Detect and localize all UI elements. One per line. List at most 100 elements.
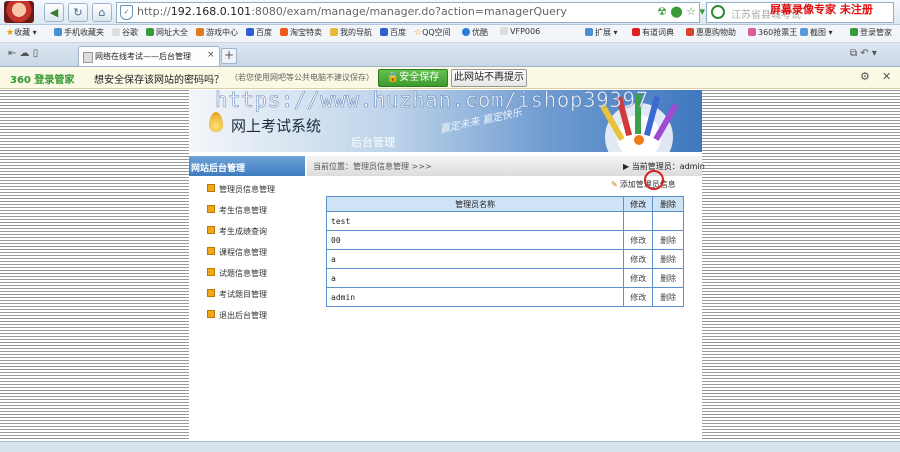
back-button[interactable]: ◀ [44,3,64,22]
edit-link[interactable] [623,211,654,231]
folder-icon [330,28,338,36]
favorite-item[interactable]: 惠惠购物助 [686,27,736,38]
favorite-item[interactable]: 手机收藏夹 [54,27,104,38]
never-prompt-button[interactable]: 此网站不再提示 [451,69,527,87]
delete-link[interactable]: 删除 [652,230,684,250]
dictionary-icon [632,28,640,36]
delete-link[interactable] [652,211,684,231]
url-host: 192.168.0.101 [170,5,252,18]
cursor-highlight [644,170,664,190]
address-status-icons[interactable]: ☢ ⬤ ☆ ▾ [657,5,705,18]
address-bar[interactable]: ✓ http://192.168.0.101:8080/exam/manage/… [116,2,705,23]
user-avatar[interactable] [4,1,34,23]
column-header: 删除 [652,196,684,212]
admin-table: 管理员名称 修改 删除 test 00 修改 删除 a 修改 删除 a 修改 删… [325,196,684,307]
table-row: a 修改 删除 [325,268,684,288]
login-manager-logo: 360 登录管家 [10,75,75,86]
refresh-button[interactable]: ↻ [68,3,88,22]
gear-icon[interactable]: ⚙ [860,70,870,83]
edit-link[interactable]: 修改 [623,268,654,288]
favorite-item[interactable]: 谷歌 [112,27,138,38]
admin-name-cell: test [325,211,625,231]
breadcrumb-bar: 当前位置：管理员信息管理 >>> ▶ 当前管理员：admin [307,156,705,176]
nav-item-course-info[interactable]: 课程信息管理 [207,247,297,261]
phone-icon [54,28,62,36]
favorites-collect[interactable]: ★收藏 ▾ [6,27,37,38]
nav-item-admin-info[interactable]: 管理员信息管理 [207,184,297,198]
nav-item-score-query[interactable]: 考生成绩查询 [207,226,297,240]
table-header-row: 管理员名称 修改 删除 [325,196,684,212]
password-hint: （若您使用网吧等公共电脑不建议保存） [230,73,374,82]
table-row: 00 修改 删除 [325,230,684,250]
favorite-item[interactable]: 百度 [380,27,406,38]
bullet-icon [207,205,215,213]
breadcrumb: 当前位置：管理员信息管理 >>> [313,162,432,171]
new-tab-button[interactable]: + [221,48,237,64]
tab-close-icon[interactable]: × [207,50,215,60]
nav-item-logout[interactable]: 退出后台管理 [207,310,297,324]
scissors-icon [800,28,808,36]
admin-page: 网上考试系统 后台管理 赢定未来 赢定快乐 网站后台管理 管理员信息管理 考生信… [189,90,705,441]
home-button[interactable]: ⌂ [92,3,112,22]
bullet-icon [207,226,215,234]
admin-name-cell: a [325,268,625,288]
page-icon [500,27,508,35]
shield-icon: ✓ [120,5,133,20]
favorite-item[interactable]: 网址大全 [146,27,188,38]
nav-item-question-info[interactable]: 试题信息管理 [207,268,297,282]
extension-icon [585,28,593,36]
tab-title: 网络在线考试——后台管理 [95,52,191,61]
tab-bar: ⇤ ☁ ▯ 网络在线考试——后台管理 × + ⧉ ↶ ▾ [0,43,900,67]
table-row: a 修改 删除 [325,249,684,269]
favorite-item[interactable]: 游戏中心 [196,27,238,38]
edit-link[interactable]: 修改 [623,249,654,269]
search-icon [711,5,725,19]
taobao-icon [280,28,288,36]
favorite-item[interactable]: 360抢票王 [748,27,797,38]
tab-active[interactable]: 网络在线考试——后台管理 × [78,46,220,66]
delete-link[interactable]: 删除 [652,287,684,307]
close-icon[interactable]: ✕ [882,70,891,83]
address-url[interactable]: http://192.168.0.101:8080/exam/manage/ma… [137,5,567,18]
tab-bar-right-icons[interactable]: ⧉ ↶ ▾ [850,48,877,59]
nav-header: 网站后台管理 [189,156,305,176]
table-row: admin 修改 删除 [325,287,684,307]
favorite-item[interactable]: 淘宝特卖 [280,27,322,38]
delete-link[interactable]: 删除 [652,249,684,269]
nav-item-student-info[interactable]: 考生信息管理 [207,205,297,219]
browser-toolbar: ◀ ↻ ⌂ ✓ http://192.168.0.101:8080/exam/m… [0,0,900,25]
table-row: test [325,211,684,231]
favorite-item[interactable]: VFP006 [500,27,540,36]
page-icon [83,52,93,63]
favorite-item[interactable]: 我的导航 [330,27,372,38]
admin-name-cell: 00 [325,230,625,250]
pencil-icon: ✎ [611,180,618,189]
save-password-button[interactable]: 🔒安全保存 [378,69,448,87]
nav-item-exam-questions[interactable]: 考试题目管理 [207,289,297,303]
column-header: 修改 [623,196,654,212]
delete-link[interactable]: 删除 [652,268,684,288]
play-icon [462,28,470,36]
favorite-item[interactable]: 优酷 [462,27,488,38]
column-header: 管理员名称 [325,196,625,212]
page-icon [112,28,120,36]
shopping-icon [686,28,694,36]
status-bar [0,441,900,452]
favorite-item[interactable]: ☆QQ空间 [414,27,451,38]
edit-link[interactable]: 修改 [623,287,654,307]
site-title: 网上考试系统 [231,117,322,135]
favorite-item[interactable]: 有道词典 [632,27,674,38]
bullet-icon [207,268,215,276]
favorite-item[interactable]: 扩展 ▾ [585,27,618,38]
baidu-icon [380,28,388,36]
favorite-item[interactable]: 截图 ▾ [800,27,833,38]
favorite-item[interactable]: 百度 [246,27,272,38]
favorite-item[interactable]: 登录管家 [850,27,892,38]
ticket-icon [748,28,756,36]
tab-bar-left-icons[interactable]: ⇤ ☁ ▯ [8,48,38,59]
back-arrow-icon: ◀ [49,6,59,19]
edit-link[interactable]: 修改 [623,230,654,250]
bullet-icon [207,184,215,192]
admin-name-cell: a [325,249,625,269]
current-admin: ▶ 当前管理员：admin [623,162,705,171]
